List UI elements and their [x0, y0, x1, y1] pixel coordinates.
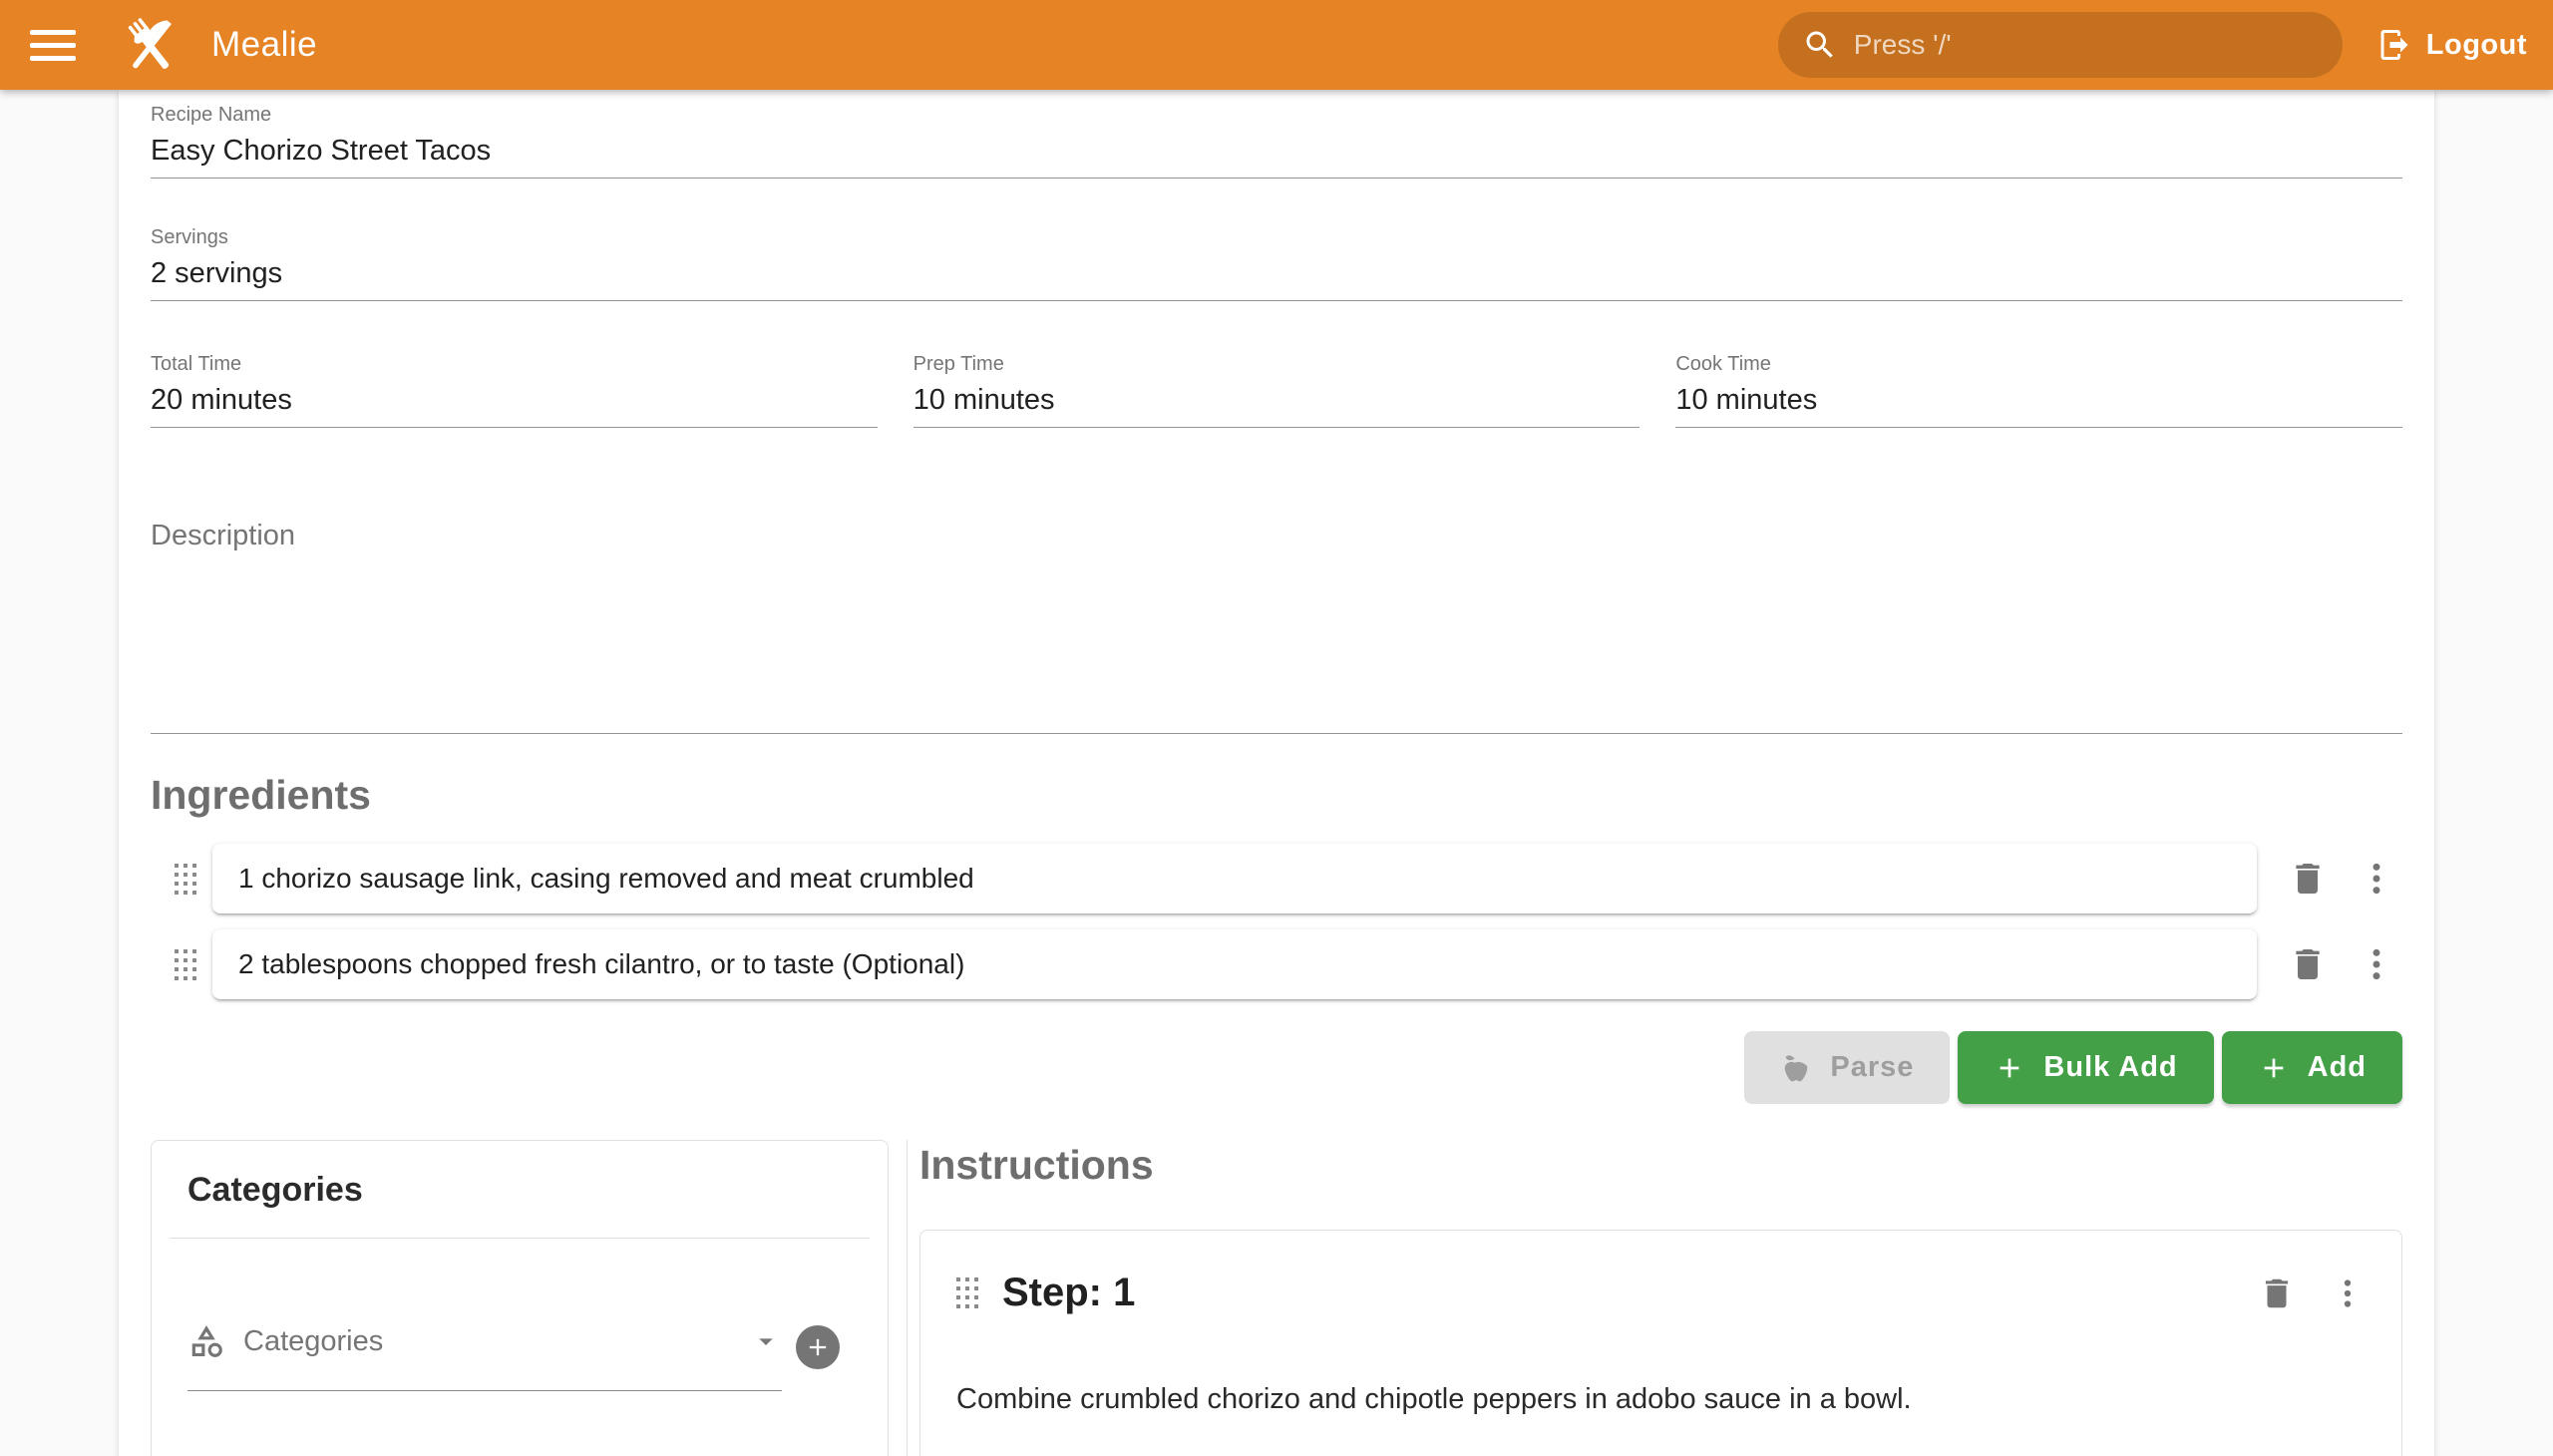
- apple-icon: [1780, 1052, 1812, 1084]
- ingredients-heading: Ingredients: [151, 770, 2402, 820]
- bulk-add-button[interactable]: Bulk Add: [1958, 1031, 2213, 1104]
- ingredients-list: 1 chorizo sausage link, casing removed a…: [151, 844, 2402, 999]
- instructions-heading: Instructions: [919, 1140, 2402, 1190]
- parse-button[interactable]: Parse: [1744, 1031, 1950, 1104]
- plus-icon: [1994, 1052, 2025, 1084]
- categories-divider: [170, 1238, 870, 1239]
- step-menu-button[interactable]: [2330, 1275, 2366, 1311]
- add-ingredient-button[interactable]: Add: [2222, 1031, 2402, 1104]
- ingredient-menu-button[interactable]: [2351, 859, 2402, 899]
- categories-select-label: Categories: [243, 1325, 383, 1358]
- ingredient-row: 1 chorizo sausage link, casing removed a…: [151, 844, 2402, 913]
- drag-handle-icon[interactable]: [956, 1275, 978, 1310]
- categories-select-row: Categories: [187, 1322, 852, 1391]
- step-header: Step: 1: [956, 1271, 2366, 1315]
- logout-label: Logout: [2426, 29, 2527, 62]
- bulk-add-label: Bulk Add: [2043, 1051, 2177, 1084]
- lower-section: Categories Categories: [151, 1140, 2402, 1456]
- description-field[interactable]: Description: [151, 516, 2402, 734]
- trash-icon: [2288, 944, 2328, 984]
- delete-ingredient-button[interactable]: [2277, 859, 2339, 899]
- prep-time-label: Prep Time: [913, 351, 1641, 377]
- instruction-step-card: Step: 1 Combine crumbled chorizo and chi…: [919, 1230, 2402, 1456]
- add-category-button[interactable]: [796, 1325, 840, 1369]
- search-input[interactable]: Press '/': [1778, 12, 2343, 78]
- cook-time-value[interactable]: 10 minutes: [1675, 377, 2402, 427]
- recipe-name-label: Recipe Name: [151, 102, 2402, 128]
- add-label: Add: [2308, 1051, 2367, 1084]
- total-time-value[interactable]: 20 minutes: [151, 377, 878, 427]
- ingredient-row: 2 tablespoons chopped fresh cilantro, or…: [151, 929, 2402, 999]
- step-title: Step: 1: [1002, 1271, 1135, 1315]
- kebab-icon: [2330, 1275, 2366, 1311]
- app-title: Mealie: [211, 25, 317, 65]
- servings-field[interactable]: Servings 2 servings: [151, 224, 2402, 301]
- categories-card: Categories Categories: [151, 1140, 889, 1456]
- cook-time-field[interactable]: Cook Time 10 minutes: [1675, 351, 2402, 428]
- search-placeholder: Press '/': [1854, 29, 1952, 61]
- step-text[interactable]: Combine crumbled chorizo and chipotle pe…: [956, 1377, 2366, 1421]
- description-label: Description: [151, 516, 2402, 555]
- plus-icon: [804, 1333, 832, 1361]
- shapes-icon: [187, 1322, 225, 1360]
- categories-column: Categories Categories: [151, 1140, 889, 1456]
- instructions-column: Instructions Step: 1: [908, 1140, 2402, 1456]
- parse-label: Parse: [1830, 1051, 1914, 1084]
- mealie-logo-icon: [118, 11, 185, 79]
- menu-icon[interactable]: [30, 25, 76, 65]
- kebab-icon: [2357, 944, 2396, 984]
- recipe-editor-card: Recipe Name Easy Chorizo Street Tacos Se…: [119, 90, 2434, 1456]
- servings-value[interactable]: 2 servings: [151, 250, 2402, 300]
- drag-handle-icon[interactable]: [175, 864, 196, 895]
- categories-select[interactable]: Categories: [187, 1322, 782, 1391]
- app-header: Mealie Press '/' Logout: [0, 0, 2553, 90]
- ingredient-menu-button[interactable]: [2351, 944, 2402, 984]
- time-fields-row: Total Time 20 minutes Prep Time 10 minut…: [151, 351, 2402, 428]
- logout-icon: [2376, 27, 2412, 63]
- prep-time-field[interactable]: Prep Time 10 minutes: [913, 351, 1641, 428]
- recipe-name-value[interactable]: Easy Chorizo Street Tacos: [151, 128, 2402, 178]
- servings-label: Servings: [151, 224, 2402, 250]
- description-value[interactable]: [151, 555, 2402, 733]
- delete-step-button[interactable]: [2258, 1274, 2296, 1312]
- ingredient-input[interactable]: 1 chorizo sausage link, casing removed a…: [212, 844, 2257, 913]
- ingredient-actions: Parse Bulk Add Add: [151, 1031, 2402, 1104]
- plus-icon: [2258, 1052, 2290, 1084]
- trash-icon: [2288, 859, 2328, 899]
- ingredient-input[interactable]: 2 tablespoons chopped fresh cilantro, or…: [212, 929, 2257, 999]
- drag-handle-icon[interactable]: [175, 949, 196, 980]
- recipe-name-field[interactable]: Recipe Name Easy Chorizo Street Tacos: [151, 90, 2402, 179]
- prep-time-value[interactable]: 10 minutes: [913, 377, 1641, 427]
- caret-down-icon[interactable]: [750, 1325, 782, 1357]
- delete-ingredient-button[interactable]: [2277, 944, 2339, 984]
- trash-icon: [2258, 1274, 2296, 1312]
- total-time-field[interactable]: Total Time 20 minutes: [151, 351, 878, 428]
- total-time-label: Total Time: [151, 351, 878, 377]
- cook-time-label: Cook Time: [1675, 351, 2402, 377]
- categories-title: Categories: [152, 1141, 888, 1238]
- search-icon: [1802, 27, 1838, 63]
- logout-button[interactable]: Logout: [2376, 27, 2527, 63]
- kebab-icon: [2357, 859, 2396, 899]
